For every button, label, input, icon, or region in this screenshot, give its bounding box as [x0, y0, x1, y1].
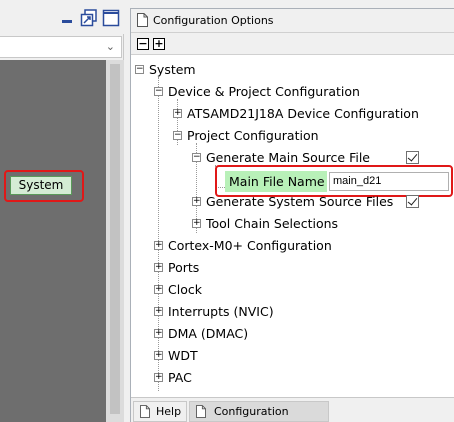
config-tree-lower: + Generate System Source Files + Tool Ch…: [131, 59, 454, 393]
generate-system-checkbox[interactable]: [406, 195, 419, 208]
expand-toggle-icon[interactable]: +: [154, 307, 163, 316]
maximize-icon[interactable]: [102, 9, 120, 27]
tree-item-generate-system-source[interactable]: + Generate System Source Files: [192, 191, 422, 213]
tab-configuration-options[interactable]: Configuration Options: [189, 401, 329, 422]
page-icon: [140, 405, 150, 418]
restore-icon[interactable]: [80, 9, 98, 27]
chevron-down-icon: ⌄: [105, 40, 115, 53]
scrollbar-thumb[interactable]: [110, 64, 120, 414]
expand-toggle-icon[interactable]: +: [154, 263, 163, 272]
panel-header: Configuration Options: [131, 9, 454, 33]
page-icon: [137, 13, 148, 27]
tree-toolbar: − +: [131, 33, 454, 55]
view-selector-dropdown[interactable]: ⌄: [0, 36, 122, 58]
expand-toggle-icon[interactable]: +: [154, 285, 163, 294]
tab-help[interactable]: Help: [133, 401, 187, 422]
expand-toggle-icon[interactable]: +: [154, 351, 163, 360]
expand-toggle-icon[interactable]: +: [154, 329, 163, 338]
collapse-all-button[interactable]: −: [137, 38, 149, 50]
highlight-box-system: [4, 170, 84, 202]
left-toolbar: [0, 0, 124, 34]
configuration-options-panel: Configuration Options − + − System − Dev…: [130, 8, 454, 422]
tab-config-label: Configuration Options: [214, 405, 289, 418]
panel-tab-bar: Help Configuration Options: [131, 397, 454, 422]
expand-all-button[interactable]: +: [153, 38, 165, 50]
page-icon: [196, 405, 206, 418]
tab-help-label: Help: [156, 405, 182, 418]
vertical-scrollbar[interactable]: [106, 60, 124, 422]
left-pane: ⌄ System: [0, 0, 124, 422]
expand-toggle-icon[interactable]: +: [192, 219, 201, 228]
expand-toggle-icon[interactable]: +: [192, 197, 201, 206]
diagram-canvas[interactable]: [0, 60, 106, 422]
minimize-icon[interactable]: [60, 9, 74, 27]
panel-title: Configuration Options: [153, 14, 274, 27]
expand-toggle-icon[interactable]: +: [154, 373, 163, 382]
expand-toggle-icon[interactable]: +: [154, 241, 163, 250]
